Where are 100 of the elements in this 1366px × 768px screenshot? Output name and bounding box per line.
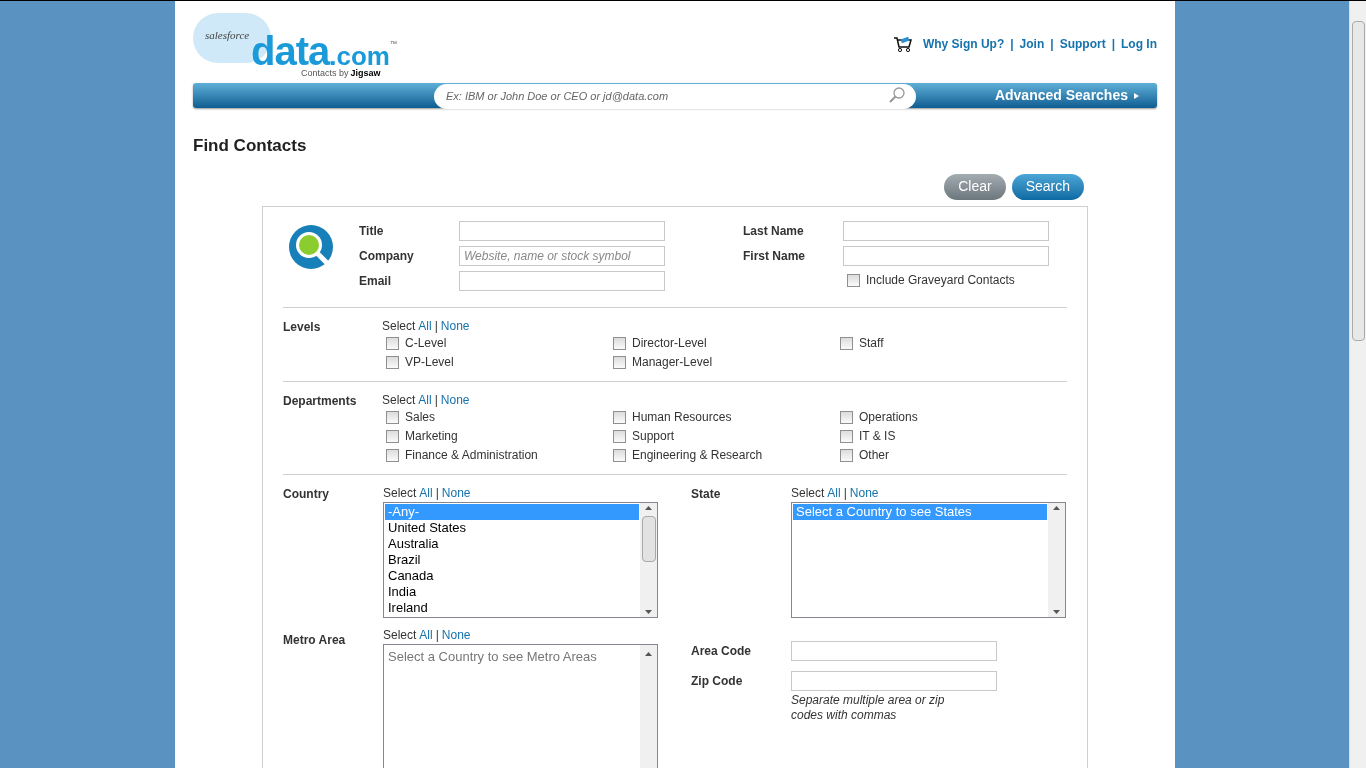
checkbox-label: Other <box>859 447 889 464</box>
text-field[interactable] <box>459 270 665 291</box>
group-label: Departments <box>283 392 358 410</box>
field-label: Company <box>359 247 415 265</box>
text-field[interactable] <box>459 220 665 241</box>
checkbox[interactable] <box>840 336 853 350</box>
checkbox[interactable] <box>613 410 626 424</box>
listbox-option[interactable]: Canada <box>385 567 639 584</box>
search-button[interactable]: Search <box>1011 173 1084 200</box>
select-none-link[interactable]: None <box>849 483 879 502</box>
listbox-option[interactable]: Ireland <box>385 599 639 616</box>
field-label: Email <box>359 272 392 290</box>
text-field[interactable] <box>843 220 1049 241</box>
field-label: First Name <box>743 247 807 265</box>
select-text: Select <box>382 391 416 409</box>
select-none-link[interactable]: None <box>440 316 470 335</box>
scroll-up-icon[interactable] <box>645 651 652 656</box>
checkbox[interactable] <box>386 429 399 443</box>
text-field[interactable] <box>843 245 1049 266</box>
listbox-option[interactable]: India <box>385 583 639 600</box>
group-label: Country <box>283 485 330 503</box>
text-field[interactable]: Website, name or stock symbol <box>459 245 665 266</box>
field-label: Title <box>359 222 385 240</box>
clear-button[interactable]: Clear <box>944 173 1006 200</box>
scroll-up-icon[interactable] <box>645 505 652 510</box>
select-none-link[interactable]: None <box>441 625 471 644</box>
checkbox-label: Support <box>632 428 675 445</box>
listbox[interactable]: Select a Country to see States <box>791 501 1066 618</box>
hint-text: Separate multiple area or zip codes with commas <box>791 692 946 723</box>
checkbox[interactable] <box>613 336 626 350</box>
checkbox[interactable] <box>847 273 860 287</box>
select-all-link[interactable]: All <box>827 483 841 502</box>
select-all-link[interactable]: All <box>419 483 433 502</box>
text-field[interactable] <box>791 640 997 661</box>
group-label: Metro Area <box>283 631 347 649</box>
select-none-link[interactable]: None <box>440 390 470 409</box>
field-label: Area Code <box>691 642 753 660</box>
separator: | <box>1010 36 1014 53</box>
logo-small-text: salesforce <box>205 28 250 43</box>
listbox-scrollbar[interactable] <box>640 502 657 617</box>
checkbox[interactable] <box>386 355 399 369</box>
scroll-up-icon[interactable] <box>1053 505 1060 510</box>
checkbox-label: Marketing <box>405 428 458 445</box>
checkbox-label: Manager-Level <box>632 354 713 371</box>
checkbox[interactable] <box>613 355 626 369</box>
nav-link[interactable]: Log In <box>1121 35 1157 53</box>
search-field[interactable]: Ex: IBM or John Doe or CEO or jd@data.com <box>434 83 916 109</box>
checkbox[interactable] <box>613 429 626 443</box>
checkbox-label: VP-Level <box>405 354 454 371</box>
checkbox[interactable] <box>613 448 626 462</box>
checkbox-label: Director-Level <box>632 335 707 352</box>
checkbox[interactable] <box>386 410 399 424</box>
checkbox-label: C-Level <box>405 335 447 352</box>
listbox-option[interactable]: -Any- <box>385 503 639 520</box>
checkbox[interactable] <box>840 448 853 462</box>
checkbox[interactable] <box>840 410 853 424</box>
nav-link[interactable]: Why Sign Up? <box>922 35 1005 53</box>
select-text: Select <box>383 626 417 644</box>
listbox-scrollbar[interactable] <box>1048 502 1065 617</box>
nav-link[interactable]: Support <box>1059 35 1106 53</box>
cart-icon[interactable] <box>892 35 913 53</box>
logo-suffix: .com <box>329 43 390 69</box>
listbox-option[interactable]: Select a Country to see States <box>793 503 1047 520</box>
scroll-down-icon[interactable] <box>645 609 652 614</box>
select-all-link[interactable]: All <box>418 316 432 335</box>
listbox-placeholder: Select a Country to see Metro Areas <box>387 647 598 666</box>
select-text: Select <box>383 484 417 502</box>
logo-text: data <box>251 31 330 71</box>
field-label: Last Name <box>743 222 805 240</box>
listbox-scrollbar[interactable] <box>640 644 657 768</box>
checkbox[interactable] <box>386 448 399 462</box>
checkbox-label: Engineering & Research <box>632 447 763 464</box>
select-all-link[interactable]: All <box>419 625 433 644</box>
triangle-icon <box>1134 92 1139 99</box>
checkbox-label: Staff <box>859 335 884 352</box>
group-label: Levels <box>283 318 322 336</box>
listbox-option[interactable]: Australia <box>385 535 639 552</box>
search-icon[interactable] <box>888 86 906 104</box>
listbox[interactable]: -Any- United States Australia Brazil Canada India Ireland <box>383 501 658 618</box>
nav-link[interactable]: Join <box>1019 35 1045 53</box>
page-scrollbar[interactable] <box>1349 1 1366 768</box>
separator: | <box>843 484 847 502</box>
group-label: State <box>691 485 722 503</box>
select-all-link[interactable]: All <box>418 390 432 409</box>
listbox-option[interactable]: United States <box>385 519 639 536</box>
scroll-down-icon[interactable] <box>1053 609 1060 614</box>
checkbox-label: Sales <box>405 409 436 426</box>
tagline-brand: Jigsaw <box>350 69 381 78</box>
checkbox-label: IT & IS <box>859 428 896 445</box>
checkbox[interactable] <box>386 336 399 350</box>
advanced-searches-link[interactable]: Advanced Searches <box>994 85 1139 106</box>
checkbox-label: Include Graveyard Contacts <box>866 272 1015 289</box>
listbox[interactable]: Select a Country to see Metro Areas <box>383 643 658 768</box>
text-field[interactable] <box>791 670 997 691</box>
select-none-link[interactable]: None <box>441 483 471 502</box>
select-text: Select <box>791 484 825 502</box>
listbox-option[interactable]: Brazil <box>385 551 639 568</box>
separator: | <box>435 484 439 502</box>
checkbox[interactable] <box>840 429 853 443</box>
field-label: Zip Code <box>691 672 744 690</box>
